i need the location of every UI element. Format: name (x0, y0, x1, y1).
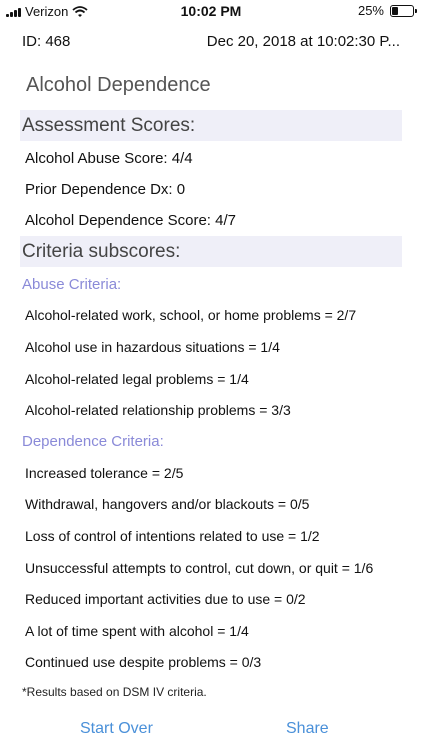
dependence-row: Withdrawal, hangovers and/or blackouts =… (25, 496, 310, 512)
battery-fill (392, 6, 398, 15)
battery-percent: 25% (357, 3, 384, 18)
record-datetime: Dec 20, 2018 at 10:02:30 P... (206, 33, 400, 50)
criteria-header: Criteria subscores: (20, 236, 402, 267)
dependence-row: Unsuccessful attempts to control, cut do… (25, 560, 374, 576)
share-button[interactable]: Share (286, 720, 329, 738)
dependence-row: A lot of time spent with alcohol = 1/4 (25, 623, 249, 639)
assessment-row: Alcohol Dependence Score: 4/7 (25, 212, 236, 229)
dependence-row: Continued use despite problems = 0/3 (25, 654, 262, 670)
start-over-button[interactable]: Start Over (80, 720, 153, 738)
abuse-row: Alcohol-related legal problems = 1/4 (25, 371, 249, 387)
assessment-header-label: Assessment Scores: (22, 115, 196, 136)
assessment-row: Alcohol Abuse Score: 4/4 (25, 150, 193, 167)
abuse-row: Alcohol use in hazardous situations = 1/… (25, 339, 280, 355)
abuse-row: Alcohol-related work, school, or home pr… (25, 307, 357, 323)
record-id: ID: 468 (22, 33, 71, 50)
dependence-criteria-label: Dependence Criteria: (22, 433, 164, 450)
page-title: Alcohol Dependence (26, 74, 211, 96)
abuse-criteria-label: Abuse Criteria: (22, 276, 122, 293)
criteria-header-label: Criteria subscores: (22, 241, 181, 262)
abuse-row: Alcohol-related relationship problems = … (25, 402, 291, 418)
status-bar: Verizon 10:02 PM 25% (0, 0, 422, 22)
assessment-header: Assessment Scores: (20, 110, 402, 141)
footnote: *Results based on DSM IV criteria. (22, 685, 207, 699)
assessment-row: Prior Dependence Dx: 0 (25, 181, 186, 198)
status-right: 25% (357, 3, 417, 18)
dependence-row: Loss of control of intentions related to… (25, 528, 320, 544)
battery-icon (390, 4, 417, 17)
dependence-row: Increased tolerance = 2/5 (25, 465, 184, 481)
dependence-row: Reduced important activities due to use … (25, 591, 306, 607)
